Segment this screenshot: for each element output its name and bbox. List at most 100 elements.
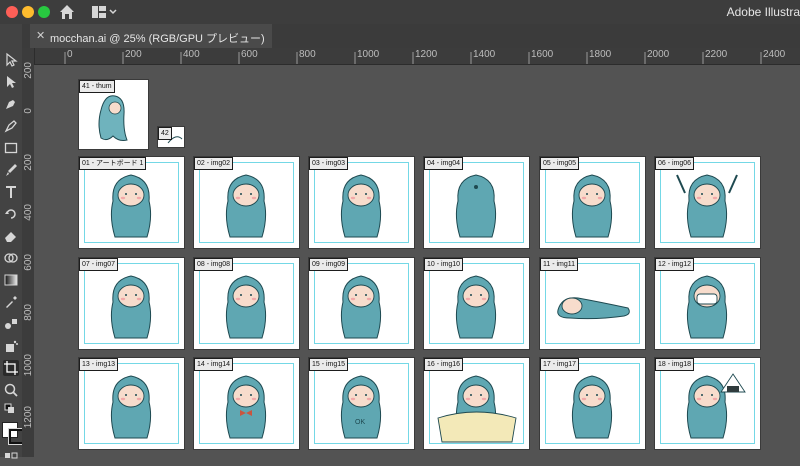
tools-panel	[0, 24, 24, 459]
eraser-tool-icon[interactable]	[3, 228, 19, 244]
ruler-label: 1000	[357, 49, 380, 60]
drawing-modes-icon[interactable]	[3, 450, 19, 466]
character-illustration	[225, 375, 267, 439]
svg-text:OK: OK	[355, 419, 365, 426]
ruler-label: 200	[23, 154, 34, 171]
artboard[interactable]: 41 - thum	[79, 80, 148, 149]
artboard-label[interactable]: 03 - img03	[309, 157, 349, 170]
ruler-label: 200	[125, 49, 142, 60]
ruler-label: 800	[23, 304, 34, 321]
artboard-label[interactable]: 02 - img02	[194, 157, 234, 170]
ruler-label: 0	[67, 49, 73, 60]
blend-tool-icon[interactable]	[3, 316, 19, 332]
character-illustration	[455, 275, 497, 339]
artboard[interactable]: 16 - img16	[424, 358, 529, 449]
artboard-label[interactable]: 09 - img09	[309, 258, 349, 271]
artboard[interactable]: 10 - img10	[424, 258, 529, 349]
artboard-tool-icon[interactable]	[3, 360, 19, 376]
ruler-label: 600	[23, 254, 34, 271]
character-illustration	[340, 275, 382, 339]
selection-tool-icon[interactable]	[3, 52, 19, 68]
home-icon[interactable]	[58, 3, 76, 21]
artboard[interactable]: 07 - img07	[79, 258, 184, 349]
artboard-label[interactable]: 13 - img13	[79, 358, 119, 371]
character-illustration: OK	[340, 375, 382, 439]
artboard-label[interactable]: 01 - アートボード 1	[79, 157, 147, 170]
character-illustration	[110, 275, 152, 339]
ruler-label: 1800	[589, 49, 612, 60]
artboard-label[interactable]: 11 - img11	[540, 258, 579, 271]
character-illustration	[225, 174, 267, 238]
swap-fill-stroke-icon[interactable]	[3, 402, 19, 418]
ruler-label: 2200	[705, 49, 728, 60]
artboard-label[interactable]: 42	[158, 127, 172, 140]
artboard-label[interactable]: 08 - img08	[194, 258, 234, 271]
artboard-label[interactable]: 10 - img10	[424, 258, 464, 271]
zoom-tool-icon[interactable]	[3, 382, 19, 398]
eyedropper-tool-icon[interactable]	[3, 294, 19, 310]
character-illustration	[676, 174, 738, 238]
artboard-label[interactable]: 16 - img16	[424, 358, 464, 371]
artboard[interactable]: 04 - img04	[424, 157, 529, 248]
artboard[interactable]: 14 - img14	[194, 358, 299, 449]
ruler-label: 1400	[473, 49, 496, 60]
character-illustration	[557, 297, 630, 320]
artboard[interactable]: 02 - img02	[194, 157, 299, 248]
artboard[interactable]: 15 - img15 OK	[309, 358, 414, 449]
horizontal-ruler[interactable]: 200 0 200 400 600 800 1000 1200 1400 160…	[34, 48, 800, 65]
artboard-label[interactable]: 18 - img18	[655, 358, 695, 371]
pen-tool-icon[interactable]	[3, 96, 19, 112]
artboard[interactable]: 12 - img12	[655, 258, 760, 349]
shape-builder-tool-icon[interactable]	[3, 250, 19, 266]
artboard-label[interactable]: 05 - img05	[540, 157, 580, 170]
artboard[interactable]: 17 - img17	[540, 358, 645, 449]
character-illustration	[225, 275, 267, 339]
rectangle-tool-icon[interactable]	[3, 140, 19, 156]
gradient-tool-icon[interactable]	[3, 272, 19, 288]
artboard-label[interactable]: 06 - img06	[655, 157, 695, 170]
zoom-window-button[interactable]	[38, 6, 50, 18]
artboard[interactable]: 03 - img03	[309, 157, 414, 248]
ruler-label: 1000	[23, 354, 34, 377]
curvature-tool-icon[interactable]	[3, 118, 19, 134]
artboard[interactable]: 13 - img13	[79, 358, 184, 449]
character-illustration	[686, 275, 728, 339]
close-tab-icon[interactable]: ✕	[36, 29, 45, 42]
app-title: Adobe Illustra	[726, 5, 800, 19]
ruler-label: 1200	[23, 406, 34, 429]
direct-selection-tool-icon[interactable]	[3, 74, 19, 90]
artboard-label[interactable]: 14 - img14	[194, 358, 234, 371]
artboard[interactable]: 11 - img11	[540, 258, 645, 349]
artboard-label[interactable]: 17 - img17	[540, 358, 580, 371]
ruler-label: 400	[23, 204, 34, 221]
ruler-label: 800	[299, 49, 316, 60]
ruler-label: 2400	[763, 49, 786, 60]
artboard-label[interactable]: 12 - img12	[655, 258, 695, 271]
artboard-label[interactable]: 04 - img04	[424, 157, 464, 170]
workspace-switcher-icon[interactable]	[92, 5, 118, 19]
close-window-button[interactable]	[6, 6, 18, 18]
minimize-window-button[interactable]	[22, 6, 34, 18]
type-tool-icon[interactable]	[3, 184, 19, 200]
character-illustration	[437, 375, 517, 443]
artboard[interactable]: 18 - img18	[655, 358, 760, 449]
artboard[interactable]: 08 - img08	[194, 258, 299, 349]
character-illustration	[686, 373, 746, 439]
artboard[interactable]: 42	[158, 127, 184, 147]
artboard[interactable]: 09 - img09	[309, 258, 414, 349]
rotate-tool-icon[interactable]	[3, 206, 19, 222]
artboard-label[interactable]: 41 - thum	[79, 80, 115, 93]
artboard[interactable]: 01 - アートボード 1	[79, 157, 184, 248]
character-illustration	[571, 174, 613, 238]
artboard-label[interactable]: 07 - img07	[79, 258, 119, 271]
character-illustration	[455, 174, 497, 238]
symbol-sprayer-tool-icon[interactable]	[3, 338, 19, 354]
artboard[interactable]: 05 - img05	[540, 157, 645, 248]
artboard-label[interactable]: 15 - img15	[309, 358, 349, 371]
canvas[interactable]: 41 - thum 42 01 - アートボード 1 02 - img02 03 -…	[34, 65, 800, 457]
document-tab[interactable]: ✕ mocchan.ai @ 25% (RGB/GPU プレビュー)	[30, 24, 272, 48]
paintbrush-tool-icon[interactable]	[3, 162, 19, 178]
ruler-label: 600	[241, 49, 258, 60]
character-illustration	[571, 375, 613, 439]
artboard[interactable]: 06 - img06	[655, 157, 760, 248]
